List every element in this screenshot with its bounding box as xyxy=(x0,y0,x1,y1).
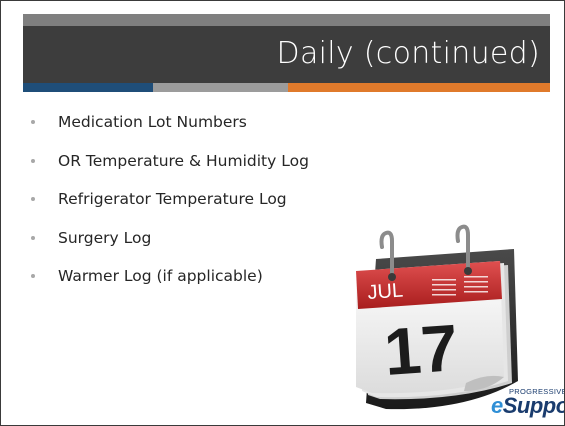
progressive-esupport-logo: PROGRESSIVE eSupport xyxy=(491,387,564,423)
bullet-dot-icon xyxy=(31,235,35,240)
accent-bar-orange xyxy=(288,83,550,92)
slide-title: Daily (continued) xyxy=(276,36,540,71)
bullet-dot-icon xyxy=(31,274,35,278)
calendar-icon: JUL 17 xyxy=(356,224,518,410)
accent-bar-blue xyxy=(23,83,153,92)
slide: Daily (continued) Medication Lot Numbers… xyxy=(0,0,565,426)
title-bar: Daily (continued) xyxy=(23,26,550,83)
bullet-text: Warmer Log (if applicable) xyxy=(58,267,263,285)
bullet-text: Refrigerator Temperature Log xyxy=(58,190,287,208)
calendar-day: 17 xyxy=(382,310,460,389)
logo-wordmark: eSupport xyxy=(491,393,564,419)
title-top-strip xyxy=(23,14,550,26)
bullet-text: Medication Lot Numbers xyxy=(58,113,247,131)
calendar-month: JUL xyxy=(367,280,404,304)
bullet-text: Surgery Log xyxy=(58,228,152,247)
bullet-dot-icon xyxy=(31,158,35,163)
logo-main-text: Support xyxy=(502,393,564,418)
logo-prefix: e xyxy=(491,393,503,418)
accent-bar-gray xyxy=(153,83,288,92)
bullet-dot-icon xyxy=(31,197,35,201)
bullet-text: OR Temperature & Humidity Log xyxy=(58,151,309,170)
bullet-dot-icon xyxy=(31,120,35,124)
